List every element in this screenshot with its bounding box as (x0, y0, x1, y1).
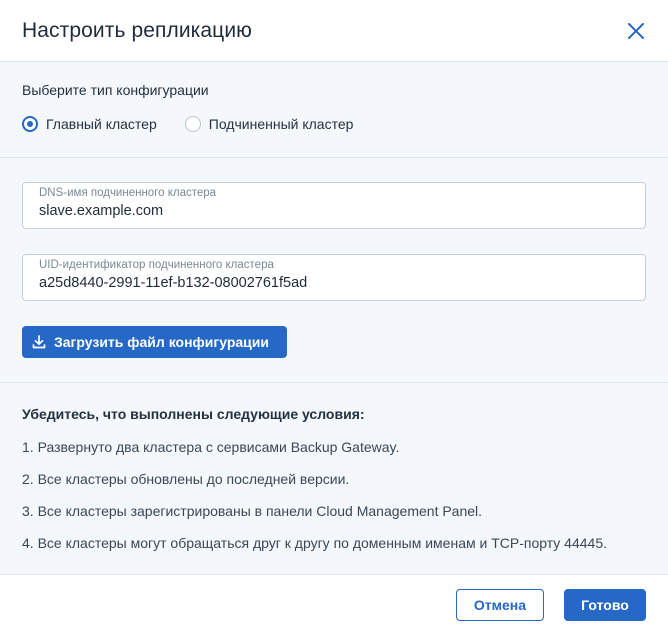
fields-section: DNS-имя подчиненного кластера UID-иденти… (0, 158, 668, 383)
dialog-footer: Отмена Готово (0, 575, 668, 635)
uid-input[interactable] (39, 275, 629, 291)
radio-option-main-cluster[interactable]: Главный кластер (22, 116, 157, 132)
dialog-header: Настроить репликацию (0, 0, 668, 62)
config-type-radio-group: Главный кластер Подчиненный кластер (22, 116, 646, 132)
dialog-title: Настроить репликацию (22, 18, 252, 42)
upload-config-button[interactable]: Загрузить файл конфигурации (22, 326, 287, 358)
dns-name-label: DNS-имя подчиненного кластера (39, 187, 217, 199)
replication-dialog: Настроить репликацию Выберите тип конфиг… (0, 0, 668, 636)
condition-item: 2. Все кластеры обновлены до последней в… (22, 471, 350, 487)
radio-option-slave-cluster[interactable]: Подчиненный кластер (184, 116, 354, 132)
conditions-title: Убедитесь, что выполнены следующие услов… (22, 406, 365, 422)
config-type-label: Выберите тип конфигурации (22, 82, 209, 98)
condition-item: 4. Все кластеры могут обращаться друг к … (22, 535, 607, 551)
close-icon (628, 22, 644, 39)
done-button[interactable]: Готово (564, 589, 646, 621)
radio-slave-cluster[interactable] (184, 116, 201, 132)
radio-main-cluster[interactable] (22, 116, 38, 132)
condition-item: 3. Все кластеры зарегистрированы в панел… (22, 503, 483, 519)
config-type-section: Выберите тип конфигурации Главный класте… (0, 62, 668, 158)
condition-item: 1. Развернуто два кластера с сервисами B… (22, 439, 400, 455)
uid-field[interactable]: UID-идентификатор подчиненного кластера (22, 254, 646, 301)
cancel-button[interactable]: Отмена (456, 589, 544, 621)
close-button[interactable] (624, 19, 648, 43)
conditions-section: Убедитесь, что выполнены следующие услов… (0, 383, 668, 575)
radio-main-cluster-label: Главный кластер (46, 116, 157, 132)
upload-config-label: Загрузить файл конфигурации (54, 334, 269, 350)
dns-name-field[interactable]: DNS-имя подчиненного кластера (22, 182, 646, 229)
radio-slave-cluster-label: Подчиненный кластер (208, 116, 354, 132)
download-icon (32, 335, 46, 349)
uid-label: UID-идентификатор подчиненного кластера (39, 259, 274, 271)
dns-name-input[interactable] (39, 203, 629, 219)
